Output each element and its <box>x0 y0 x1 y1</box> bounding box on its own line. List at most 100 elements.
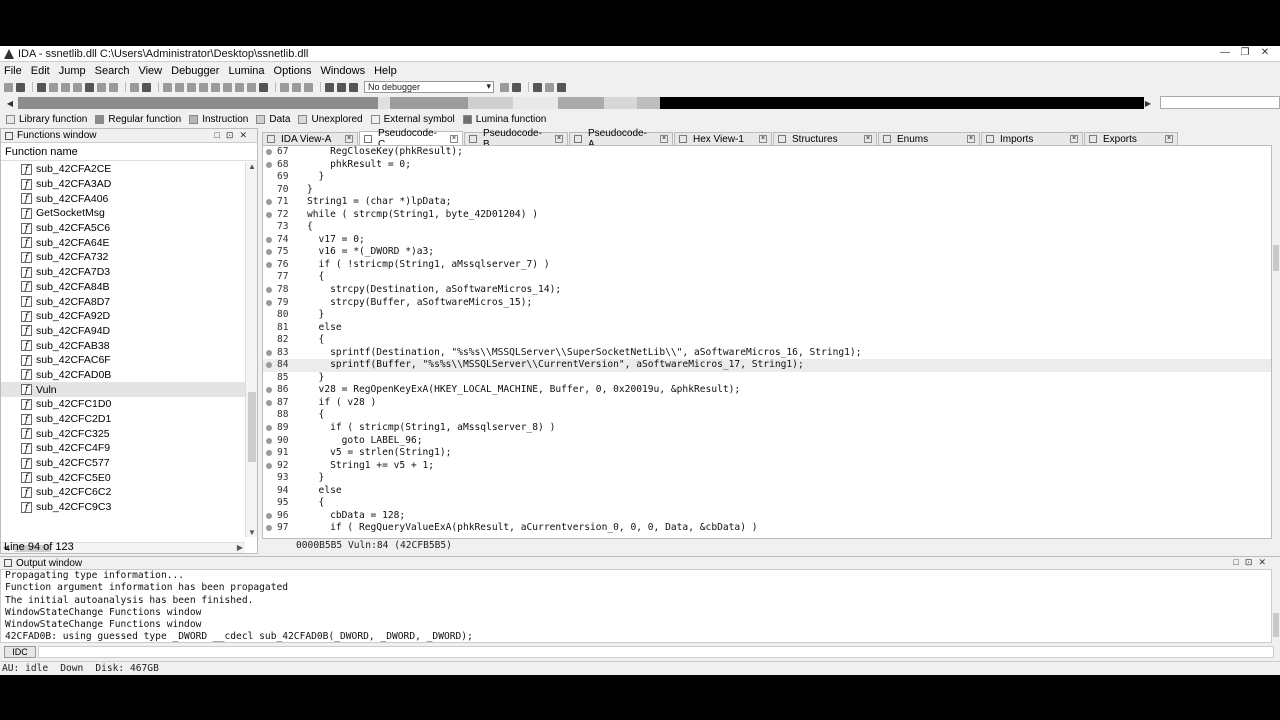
function-list-item[interactable]: f sub_42CFC4F9 <box>1 441 245 456</box>
code-line[interactable]: 67 RegCloseKey(phkResult); <box>263 146 1271 159</box>
step-into-icon[interactable] <box>533 82 542 92</box>
function-list-item[interactable]: f sub_42CFA406 <box>1 191 245 206</box>
string-icon[interactable] <box>187 82 196 92</box>
scroll-up-icon[interactable]: ▲ <box>248 162 256 171</box>
menu-help[interactable]: Help <box>374 65 397 77</box>
tab-imports[interactable]: Imports × <box>981 132 1083 145</box>
back-icon[interactable] <box>37 82 46 92</box>
breakpoint-dot-icon[interactable] <box>266 387 272 394</box>
code-line[interactable]: 75 v16 = *(_DWORD *)a3; <box>263 246 1271 259</box>
open-icon[interactable] <box>4 82 13 92</box>
panel-buttons[interactable]: □⊡✕ <box>214 130 253 141</box>
pseudocode-scrollbar[interactable] <box>1272 145 1280 539</box>
code-line[interactable]: 87 if ( v28 ) <box>263 397 1271 410</box>
tab-close-icon[interactable]: × <box>967 135 975 143</box>
tab-pseudocode-c[interactable]: Pseudocode-C × <box>359 128 463 150</box>
minimize-icon[interactable]: — <box>1216 47 1234 59</box>
function-list-item[interactable]: f sub_42CFA3AD <box>1 177 245 192</box>
array-icon[interactable] <box>199 82 208 92</box>
function-list-item[interactable]: f sub_42CFC325 <box>1 426 245 441</box>
function-list-item[interactable]: f sub_42CFA2CE <box>1 162 245 177</box>
function-list-item[interactable]: f sub_42CFAC6F <box>1 353 245 368</box>
struct-icon[interactable] <box>223 82 232 92</box>
code-line[interactable]: 88 { <box>263 409 1271 422</box>
scroll-thumb[interactable] <box>248 392 256 462</box>
code-line[interactable]: 96 cbData = 128; <box>263 510 1271 523</box>
segments-icon[interactable] <box>73 82 82 92</box>
function-list-item[interactable]: f sub_42CFA5C6 <box>1 221 245 236</box>
hex-icon[interactable] <box>142 82 151 92</box>
tab-enums[interactable]: Enums × <box>878 132 980 145</box>
code-line[interactable]: 71 String1 = (char *)lpData; <box>263 196 1271 209</box>
menu-options[interactable]: Options <box>274 65 312 77</box>
breakpoint-dot-icon[interactable] <box>266 236 272 243</box>
tab-close-icon[interactable]: × <box>450 134 458 143</box>
function-list-item[interactable]: f Vuln <box>1 382 245 397</box>
debugger-select[interactable]: No debugger <box>364 81 494 93</box>
menu-lumina[interactable]: Lumina <box>228 65 264 77</box>
tab-close-icon[interactable]: × <box>345 135 353 143</box>
function-list-item[interactable]: f sub_42CFA84B <box>1 280 245 295</box>
code-line[interactable]: 78 strcpy(Destination, aSoftwareMicros_1… <box>263 284 1271 297</box>
forward-icon[interactable] <box>49 82 58 92</box>
code-line[interactable]: 92 String1 += v5 + 1; <box>263 460 1271 473</box>
breakpoint-dot-icon[interactable] <box>266 211 272 218</box>
function-list-item[interactable]: f sub_42CFC1D0 <box>1 397 245 412</box>
function-list-item[interactable]: f sub_42CFC6C2 <box>1 485 245 500</box>
code-line[interactable]: 79 strcpy(Buffer, aSoftwareMicros_15); <box>263 297 1271 310</box>
code-line[interactable]: 93 } <box>263 472 1271 485</box>
menu-view[interactable]: View <box>138 65 162 77</box>
code-line[interactable]: 85 } <box>263 372 1271 385</box>
panel-buttons[interactable]: □⊡✕ <box>1233 557 1272 568</box>
down-arrow-icon[interactable] <box>85 82 94 92</box>
function-list-item[interactable]: f sub_42CFC5E0 <box>1 470 245 485</box>
tab-close-icon[interactable]: × <box>555 135 563 143</box>
tab-structures[interactable]: Structures × <box>773 132 877 145</box>
tab-ida-view-a[interactable]: IDA View-A × <box>262 132 358 145</box>
navigation-strip[interactable] <box>18 97 1144 109</box>
pseudocode-view[interactable]: 67 RegCloseKey(phkResult); 68 phkResult =… <box>262 145 1272 539</box>
code-line[interactable]: 81 else <box>263 322 1271 335</box>
breakpoint-dot-icon[interactable] <box>266 287 272 294</box>
function-list-item[interactable]: f sub_42CFAD0B <box>1 368 245 383</box>
data-icon[interactable] <box>175 82 184 92</box>
nav-right-arrow-icon[interactable]: ▶ <box>1144 99 1152 108</box>
breakpoint-dot-icon[interactable] <box>266 399 272 406</box>
code-line[interactable]: 69 } <box>263 171 1271 184</box>
breakpoint-dot-icon[interactable] <box>266 261 272 268</box>
code-line[interactable]: 90 goto LABEL_96; <box>263 435 1271 448</box>
breakpoint-dot-icon[interactable] <box>266 362 272 369</box>
scroll-thumb[interactable] <box>1273 613 1279 637</box>
code-line[interactable]: 94 else <box>263 485 1271 498</box>
tab-close-icon[interactable]: × <box>759 135 767 143</box>
function-list-item[interactable]: f sub_42CFC2D1 <box>1 412 245 427</box>
cross-icon[interactable] <box>259 82 268 92</box>
scroll-thumb[interactable] <box>1273 245 1279 271</box>
code-line[interactable]: 76 if ( !stricmp(String1, aMssqlserver_7… <box>263 259 1271 272</box>
binary-search-icon[interactable] <box>109 82 118 92</box>
breakpoint-dot-icon[interactable] <box>266 450 272 457</box>
function-list-item[interactable]: f sub_42CFC577 <box>1 456 245 471</box>
function-list-item[interactable]: f sub_42CFA92D <box>1 309 245 324</box>
code-line[interactable]: 84 sprintf(Buffer, "%s%s\\MSSQLServer\\C… <box>263 359 1271 372</box>
functions-vertical-scrollbar[interactable]: ▲ ▼ <box>245 162 257 537</box>
enum-icon[interactable] <box>235 82 244 92</box>
close-icon[interactable]: ✕ <box>1256 47 1274 59</box>
maximize-icon[interactable]: ❐ <box>1236 47 1254 59</box>
breakpoint-dot-icon[interactable] <box>266 525 272 532</box>
function-list-item[interactable]: f GetSocketMsg <box>1 206 245 221</box>
code-line[interactable]: 70} <box>263 184 1271 197</box>
code-line[interactable]: 86 v28 = RegOpenKeyExA(HKEY_LOCAL_MACHIN… <box>263 384 1271 397</box>
tab-exports[interactable]: Exports × <box>1084 132 1178 145</box>
undefine-icon[interactable] <box>211 82 220 92</box>
function-list-item[interactable]: f sub_42CFA7D3 <box>1 265 245 280</box>
breakpoint-dot-icon[interactable] <box>266 349 272 356</box>
output-scrollbar[interactable] <box>1272 569 1280 643</box>
command-input[interactable] <box>38 646 1274 658</box>
breakpoint-dot-icon[interactable] <box>266 199 272 206</box>
menu-windows[interactable]: Windows <box>320 65 365 77</box>
scroll-right-icon[interactable]: ▶ <box>237 543 243 552</box>
code-line[interactable]: 82 { <box>263 334 1271 347</box>
code-line[interactable]: 68 phkResult = 0; <box>263 159 1271 172</box>
function-list-item[interactable]: f sub_42CFA64E <box>1 235 245 250</box>
